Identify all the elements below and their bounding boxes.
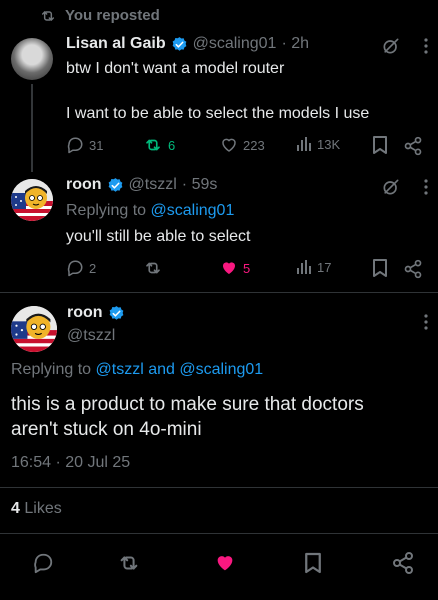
divider (0, 533, 438, 534)
handle[interactable]: @tszzl (129, 176, 177, 194)
handle[interactable]: @scaling01 (193, 35, 277, 53)
reply-count: 2 (89, 260, 97, 276)
repost-icon (143, 136, 163, 154)
likes-count: 4 (11, 500, 20, 517)
like-icon (220, 259, 238, 277)
share-icon[interactable] (403, 259, 423, 279)
repost-button[interactable]: 6 (143, 136, 175, 154)
more-icon[interactable] (423, 178, 429, 196)
reply-icon (66, 259, 84, 277)
views-button[interactable]: 13K (296, 136, 340, 152)
divider (0, 292, 438, 293)
reply-count: 31 (89, 137, 104, 153)
replying-to-link[interactable]: @tszzl and @scaling01 (96, 361, 264, 378)
tweet-text: I want to be able to select the models I… (66, 105, 370, 122)
verified-badge-icon (171, 36, 188, 53)
tweet-actions: 31 6 223 13K (66, 136, 426, 156)
repost-button[interactable] (143, 259, 168, 277)
repost-icon (40, 8, 56, 24)
more-icon[interactable] (423, 37, 429, 55)
main-tweet-line: this is a product to make sure that doct… (11, 394, 364, 415)
reply-button[interactable]: 2 (66, 259, 96, 277)
reply-icon[interactable] (32, 552, 54, 574)
bookmark-icon[interactable] (372, 259, 388, 277)
tweet-header: roon @tszzl · 59s (66, 176, 217, 194)
repost-banner-text: You reposted (65, 7, 160, 24)
tweet-actions: 2 5 17 (66, 259, 426, 279)
divider (0, 487, 438, 488)
views-icon (296, 259, 312, 275)
tweet-header: Lisan al Gaib @scaling01 · 2h (66, 35, 309, 53)
more-icon[interactable] (423, 313, 429, 331)
main-tweet-line: aren't stuck on 4o-mini (11, 419, 202, 440)
like-button[interactable]: 223 (220, 136, 265, 154)
handle[interactable]: @tszzl (67, 327, 115, 345)
like-icon (220, 136, 238, 154)
like-icon[interactable] (213, 552, 237, 574)
views-button[interactable]: 17 (296, 259, 331, 275)
repost-icon[interactable] (117, 552, 141, 574)
likes-label: Likes (24, 500, 62, 517)
grok-icon[interactable] (381, 36, 401, 56)
like-count: 223 (243, 137, 265, 153)
main-tweet-text: this is a product to make sure that doct… (11, 392, 364, 442)
verified-badge-icon (107, 177, 124, 194)
timestamp[interactable]: · 59s (182, 176, 218, 194)
verified-badge-icon (108, 305, 125, 322)
replying-to-label: Replying to (66, 202, 147, 219)
display-name[interactable]: Lisan al Gaib (66, 35, 166, 53)
timestamp[interactable]: · 2h (281, 35, 309, 53)
main-tweet-timestamp[interactable]: 16:54 · 20 Jul 25 (11, 454, 130, 472)
main-tweet-header: roon (67, 304, 125, 322)
avatar[interactable] (11, 38, 53, 80)
replying-to-label: Replying to (11, 361, 92, 378)
avatar[interactable] (11, 179, 53, 221)
replying-to: Replying to @tszzl and @scaling01 (11, 359, 263, 380)
grok-icon[interactable] (381, 177, 401, 197)
like-count: 5 (243, 260, 251, 276)
display-name[interactable]: roon (66, 176, 102, 194)
reply-icon (66, 136, 84, 154)
views-count: 17 (317, 259, 332, 275)
repost-banner: You reposted (40, 7, 160, 24)
bookmark-icon[interactable] (304, 552, 322, 574)
tweet-text: btw I don't want a model router (66, 60, 285, 77)
thread-line (31, 84, 33, 172)
bookmark-icon[interactable] (372, 136, 388, 154)
share-icon[interactable] (391, 551, 415, 575)
reply-button[interactable]: 31 (66, 136, 103, 154)
views-icon (296, 136, 312, 152)
replying-to-link[interactable]: @scaling01 (151, 202, 235, 219)
share-icon[interactable] (403, 136, 423, 156)
likes-summary[interactable]: 4 Likes (11, 500, 62, 518)
like-button[interactable]: 5 (220, 259, 250, 277)
tweet-text: you'll still be able to select (66, 228, 251, 245)
repost-count: 6 (168, 137, 176, 153)
views-count: 13K (317, 136, 341, 152)
replying-to: Replying to @scaling01 (66, 200, 234, 221)
main-tweet-actions (0, 548, 438, 578)
avatar[interactable] (11, 306, 57, 352)
repost-icon (143, 259, 163, 277)
display-name[interactable]: roon (67, 304, 103, 322)
